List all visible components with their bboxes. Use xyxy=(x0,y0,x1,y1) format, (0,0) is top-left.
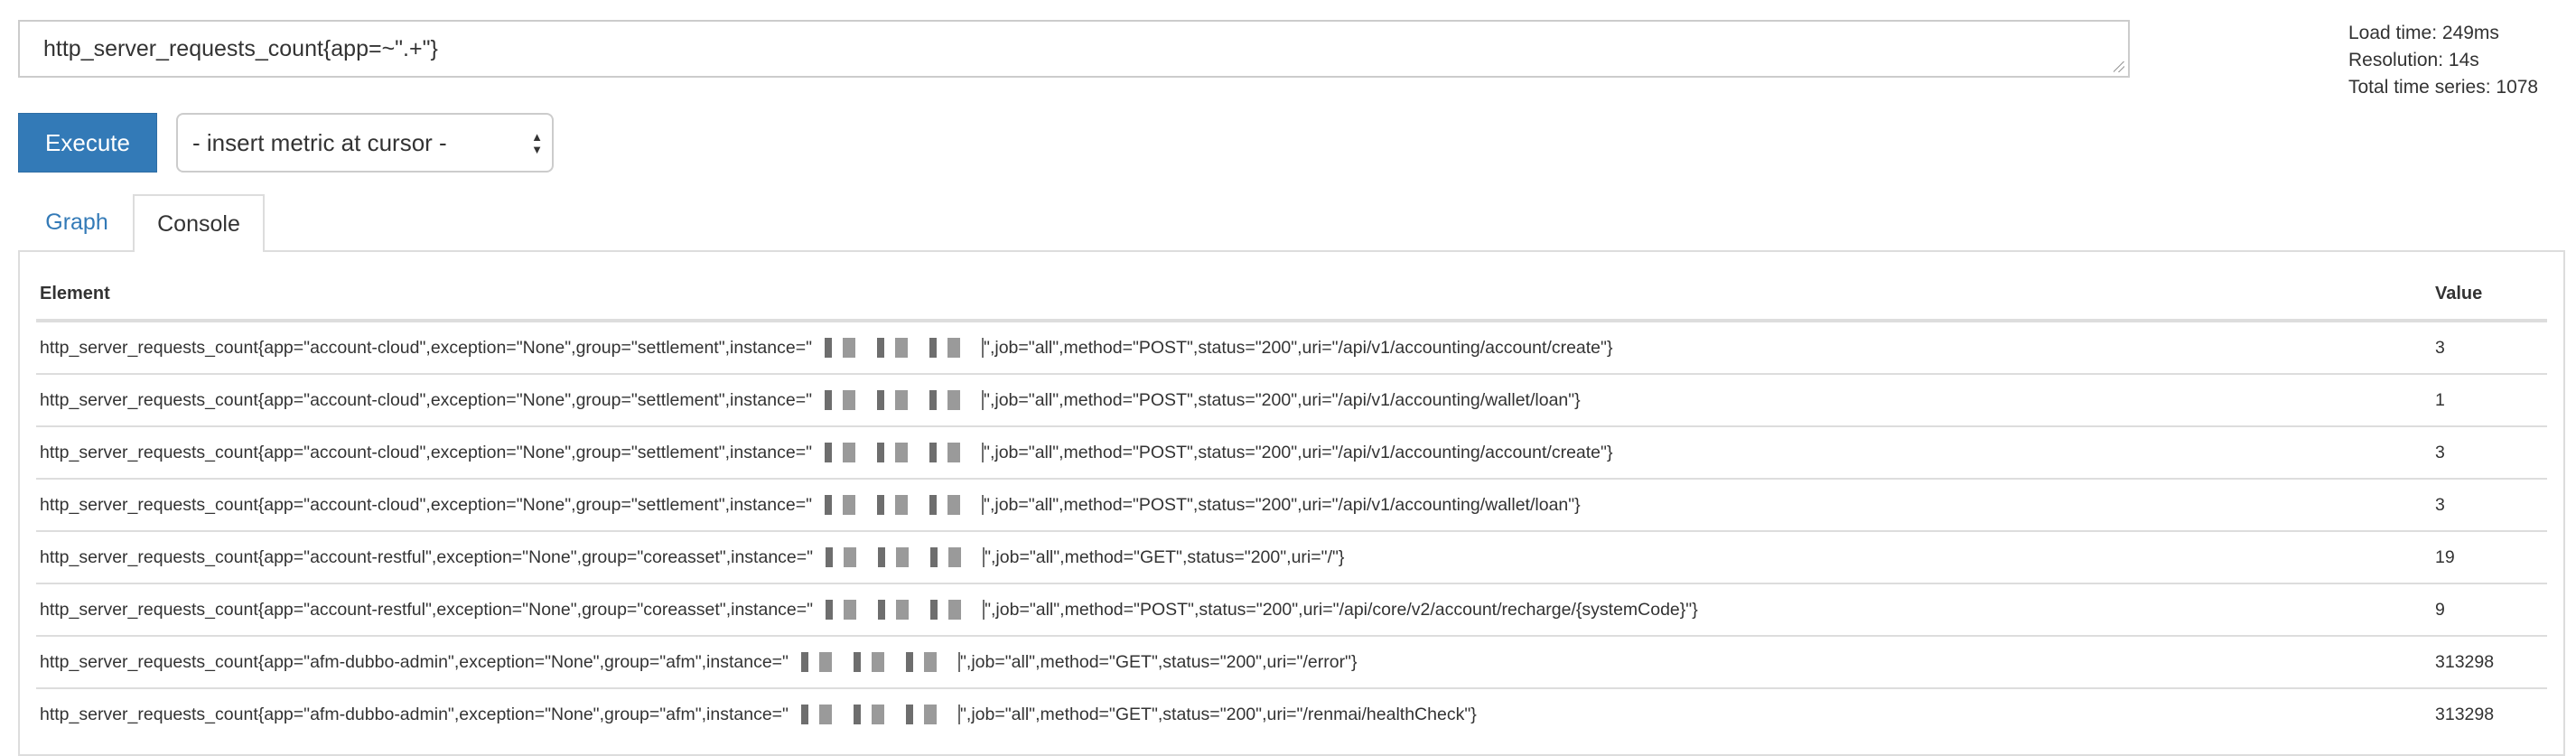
table-row: http_server_requests_count{app="account-… xyxy=(36,425,2547,479)
element-suffix: ",job="all",method="POST",status="200",u… xyxy=(984,494,1581,515)
resize-handle-icon[interactable] xyxy=(2114,61,2124,72)
value-cell: 3 xyxy=(2431,478,2547,531)
tab-console[interactable]: Console xyxy=(133,194,265,252)
element-cell: http_server_requests_count{app="afm-dubb… xyxy=(36,687,2431,740)
element-header: Element xyxy=(36,268,2431,322)
element-suffix: ",job="all",method="POST",status="200",u… xyxy=(985,599,1698,620)
element-cell: http_server_requests_count{app="account-… xyxy=(36,373,2431,426)
element-prefix: http_server_requests_count{app="account-… xyxy=(40,442,813,462)
element-cell: http_server_requests_count{app="account-… xyxy=(36,583,2431,636)
console-panel: Element Value http_server_requests_count… xyxy=(18,250,2565,756)
element-prefix: http_server_requests_count{app="afm-dubb… xyxy=(40,651,789,672)
value-cell: 3 xyxy=(2431,425,2547,479)
value-header: Value xyxy=(2431,268,2547,322)
expression-input[interactable]: http_server_requests_count{app=~".+"} xyxy=(18,20,2130,78)
value-cell: 313298 xyxy=(2431,635,2547,688)
element-cell: http_server_requests_count{app="account-… xyxy=(36,320,2431,374)
redacted-instance xyxy=(812,390,985,411)
results-table: Element Value http_server_requests_count… xyxy=(36,268,2547,740)
redacted-instance xyxy=(813,600,985,621)
element-prefix: http_server_requests_count{app="account-… xyxy=(40,337,813,358)
element-cell: http_server_requests_count{app="account-… xyxy=(36,478,2431,531)
expression-text: http_server_requests_count{app=~".+"} xyxy=(43,36,438,61)
table-row: http_server_requests_count{app="afm-dubb… xyxy=(36,687,2547,740)
element-prefix: http_server_requests_count{app="account-… xyxy=(40,546,814,567)
select-arrows-icon: ▲ ▼ xyxy=(531,130,543,156)
table-row: http_server_requests_count{app="account-… xyxy=(36,478,2547,531)
redacted-instance xyxy=(788,705,960,725)
insert-metric-select-value: - insert metric at cursor - xyxy=(192,128,447,156)
value-cell: 3 xyxy=(2431,320,2547,374)
redacted-instance xyxy=(813,547,985,568)
redacted-instance xyxy=(788,652,960,673)
query-stats: Load time: 249ms Resolution: 14s Total t… xyxy=(2348,20,2538,101)
value-cell: 9 xyxy=(2431,583,2547,636)
value-cell: 1 xyxy=(2431,373,2547,426)
element-suffix: ",job="all",method="GET",status="200",ur… xyxy=(959,704,1477,724)
element-cell: http_server_requests_count{app="account-… xyxy=(36,425,2431,479)
element-cell: http_server_requests_count{app="account-… xyxy=(36,530,2431,583)
execute-button[interactable]: Execute xyxy=(18,113,157,173)
redacted-instance xyxy=(812,338,985,359)
table-row: http_server_requests_count{app="account-… xyxy=(36,373,2547,426)
element-prefix: http_server_requests_count{app="account-… xyxy=(40,494,813,515)
total-time-series: Total time series: 1078 xyxy=(2348,77,2539,98)
table-row: http_server_requests_count{app="account-… xyxy=(36,530,2547,583)
element-suffix: ",job="all",method="POST",status="200",u… xyxy=(984,337,1613,358)
element-suffix: ",job="all",method="GET",status="200",ur… xyxy=(959,651,1358,672)
load-time: Load time: 249ms xyxy=(2348,23,2499,43)
table-row: http_server_requests_count{app="account-… xyxy=(36,320,2547,374)
table-row: http_server_requests_count{app="account-… xyxy=(36,583,2547,636)
value-cell: 313298 xyxy=(2431,687,2547,740)
value-cell: 19 xyxy=(2431,530,2547,583)
element-suffix: ",job="all",method="GET",status="200",ur… xyxy=(985,546,1345,567)
element-prefix: http_server_requests_count{app="account-… xyxy=(40,389,813,410)
redacted-instance xyxy=(812,443,985,463)
insert-metric-select[interactable]: - insert metric at cursor - ▲ ▼ xyxy=(176,113,554,173)
element-suffix: ",job="all",method="POST",status="200",u… xyxy=(984,389,1581,410)
element-prefix: http_server_requests_count{app="afm-dubb… xyxy=(40,704,789,724)
redacted-instance xyxy=(812,495,985,516)
table-row: http_server_requests_count{app="afm-dubb… xyxy=(36,635,2547,688)
element-prefix: http_server_requests_count{app="account-… xyxy=(40,599,814,620)
element-cell: http_server_requests_count{app="afm-dubb… xyxy=(36,635,2431,688)
tab-graph[interactable]: Graph xyxy=(27,194,126,250)
resolution: Resolution: 14s xyxy=(2348,50,2479,70)
element-suffix: ",job="all",method="POST",status="200",u… xyxy=(984,442,1613,462)
